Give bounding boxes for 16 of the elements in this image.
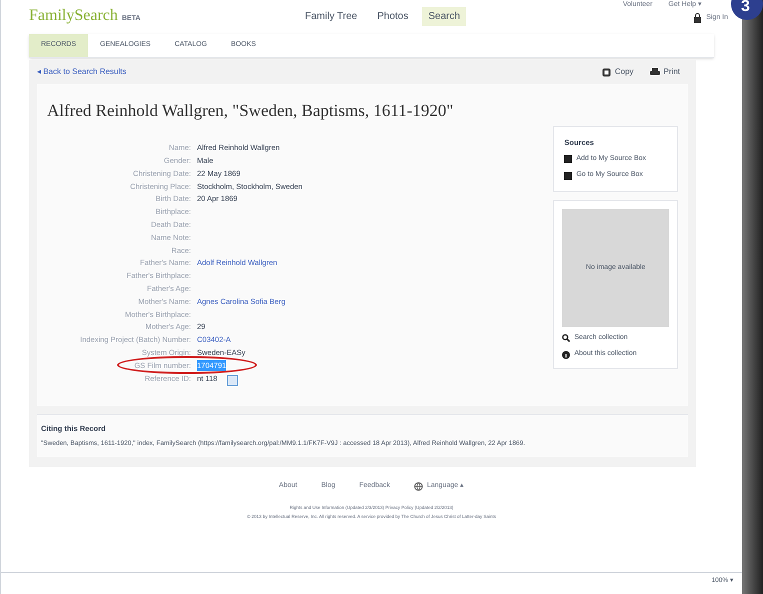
print-button[interactable]: Print (650, 66, 680, 78)
copy-button[interactable]: Copy (602, 66, 634, 78)
info-icon (562, 350, 570, 358)
copy-icon (602, 68, 611, 76)
search-icon (562, 334, 570, 342)
image-icon[interactable] (227, 374, 238, 386)
nav-link[interactable]: Search (422, 6, 466, 26)
nav-link[interactable]: Family Tree (299, 6, 364, 26)
printer-icon (650, 68, 660, 76)
lock-icon (693, 13, 702, 24)
box-icon (564, 155, 572, 163)
record-title: Alfred Reinhold Wallgren, "Sweden, Baptisms, 1611-1920" (47, 100, 454, 122)
box-icon (564, 172, 572, 180)
globe-icon (414, 482, 423, 491)
back-link[interactable]: ◂ Back to Search Results (37, 66, 126, 78)
nav-link[interactable]: Photos (371, 6, 414, 26)
